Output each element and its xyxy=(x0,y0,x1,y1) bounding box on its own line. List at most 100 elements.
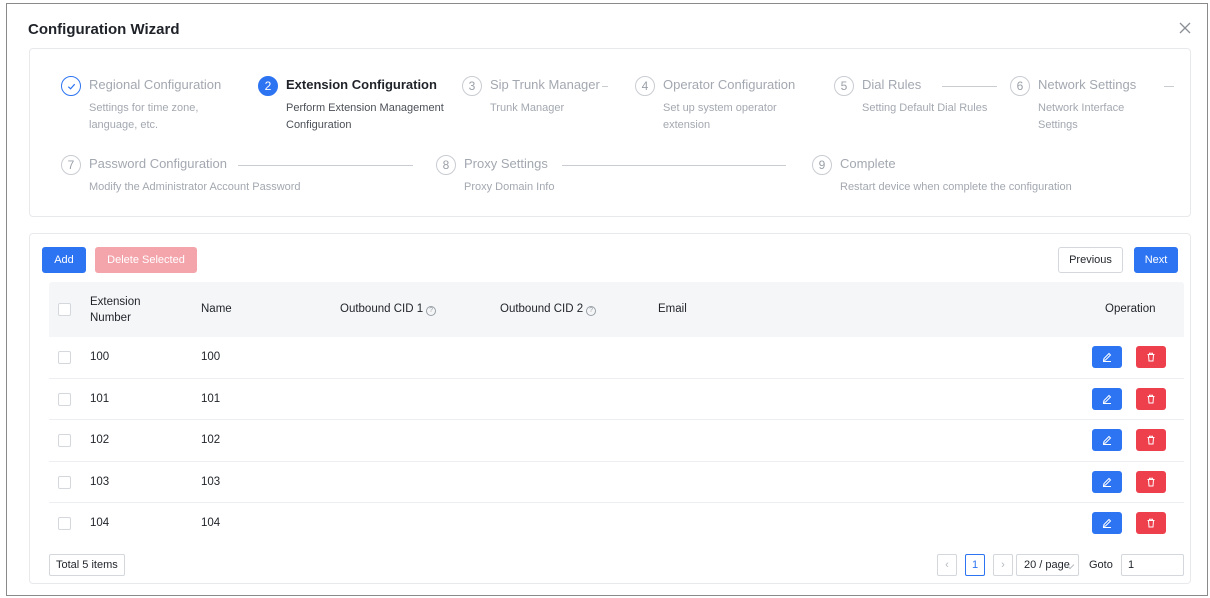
delete-button[interactable] xyxy=(1136,346,1166,368)
pencil-icon xyxy=(1102,352,1112,362)
step-title: Regional Configuration xyxy=(89,77,222,92)
cell-extension: 102 xyxy=(90,434,110,447)
step-desc: Proxy Domain Info xyxy=(464,181,555,193)
previous-button[interactable]: Previous xyxy=(1058,247,1123,273)
trash-icon xyxy=(1147,477,1155,487)
step-number: 9 xyxy=(812,155,832,175)
pencil-icon xyxy=(1102,477,1112,487)
header-outbound-cid-1: Outbound CID 1? xyxy=(340,303,437,316)
cell-extension: 103 xyxy=(90,475,110,488)
page-size-value: 20 / page xyxy=(1024,559,1070,571)
pencil-icon xyxy=(1102,435,1112,446)
table-header: Extension Number Name Outbound CID 1? Ou… xyxy=(49,282,1184,337)
step-title: Proxy Settings xyxy=(464,156,548,171)
edit-button[interactable] xyxy=(1092,470,1122,493)
cell-extension: 101 xyxy=(90,392,110,405)
step-desc: Modify the Administrator Account Passwor… xyxy=(89,181,301,193)
header-email: Email xyxy=(658,303,687,315)
prev-page-button[interactable]: ‹ xyxy=(937,554,957,576)
row-checkbox[interactable] xyxy=(58,351,71,364)
step-desc: Restart device when complete the configu… xyxy=(840,181,1072,193)
add-button[interactable]: Add xyxy=(42,247,86,273)
header-extension-number: Extension Number xyxy=(90,294,141,326)
trash-icon xyxy=(1147,519,1155,528)
extensions-table: Extension Number Name Outbound CID 1? Ou… xyxy=(49,282,1184,545)
table-row: 100 100 xyxy=(49,337,1184,379)
edit-button[interactable] xyxy=(1092,346,1122,368)
delete-button[interactable] xyxy=(1136,429,1166,452)
step-desc: Setting Default Dial Rules xyxy=(862,102,988,114)
edit-button[interactable] xyxy=(1092,429,1122,452)
step-title: Password Configuration xyxy=(89,156,228,171)
step-connector xyxy=(1164,86,1174,87)
step-connector xyxy=(562,165,786,166)
table-row: 102 102 xyxy=(49,420,1184,462)
step-desc: Network Interface Settings xyxy=(1038,102,1125,131)
close-icon[interactable] xyxy=(1177,20,1193,36)
delete-button[interactable] xyxy=(1136,387,1166,410)
step-title: Extension Configuration xyxy=(286,77,437,92)
step-connector xyxy=(238,165,413,166)
table-row: 101 101 xyxy=(49,379,1184,421)
header-cid1-label: Outbound CID 1 xyxy=(340,303,424,315)
help-circle-icon[interactable]: ? xyxy=(586,306,597,316)
total-items: Total 5 items xyxy=(49,554,125,576)
pencil-icon xyxy=(1102,394,1112,404)
check-icon xyxy=(61,76,81,96)
step-connector xyxy=(942,86,997,87)
step-number: 2 xyxy=(258,76,278,96)
trash-icon xyxy=(1147,352,1155,362)
pencil-icon xyxy=(1102,519,1112,529)
goto-input[interactable] xyxy=(1121,554,1184,576)
extension-table-panel: Add Delete Selected Previous Next Extens… xyxy=(29,233,1191,584)
header-cid2-label: Outbound CID 2 xyxy=(500,303,584,315)
cell-name: 101 xyxy=(201,392,221,405)
next-page-button[interactable]: › xyxy=(993,554,1013,576)
cell-name: 100 xyxy=(201,351,221,363)
delete-button[interactable] xyxy=(1136,470,1166,493)
row-checkbox[interactable] xyxy=(58,434,71,448)
page-size-select[interactable]: 20 / page xyxy=(1016,554,1079,576)
header-name: Name xyxy=(201,303,232,315)
step-number: 6 xyxy=(1010,76,1030,96)
help-circle-icon[interactable]: ? xyxy=(426,306,437,316)
cell-name: 102 xyxy=(201,434,221,447)
edit-button[interactable] xyxy=(1092,387,1122,410)
header-extension-line2: Number xyxy=(90,312,131,324)
header-outbound-cid-2: Outbound CID 2? xyxy=(500,303,597,316)
modal-title: Configuration Wizard xyxy=(28,21,180,38)
cell-name: 103 xyxy=(201,475,221,488)
steps-panel: Regional Configuration Settings for time… xyxy=(29,48,1191,217)
cell-name: 104 xyxy=(201,517,221,530)
step-desc: Perform Extension Management Configurati… xyxy=(286,102,444,131)
select-all-checkbox[interactable] xyxy=(58,303,71,316)
edit-button[interactable] xyxy=(1092,512,1122,535)
next-button[interactable]: Next xyxy=(1134,247,1178,273)
row-checkbox[interactable] xyxy=(58,517,71,531)
delete-selected-button[interactable]: Delete Selected xyxy=(95,247,197,273)
step-desc: Settings for time zone, language, etc. xyxy=(89,102,199,131)
trash-icon xyxy=(1147,435,1155,445)
step-title: Operator Configuration xyxy=(663,77,796,92)
step-title: Complete xyxy=(840,156,896,171)
row-checkbox[interactable] xyxy=(58,392,71,406)
step-connector xyxy=(602,86,608,87)
configuration-wizard-modal: Configuration Wizard Regional Configurat… xyxy=(6,3,1208,596)
step-title: Dial Rules xyxy=(862,77,922,92)
delete-button[interactable] xyxy=(1136,512,1166,535)
page-1-button[interactable]: 1 xyxy=(965,554,985,576)
header-operation: Operation xyxy=(1105,303,1156,315)
step-number: 7 xyxy=(61,155,81,175)
trash-icon xyxy=(1147,394,1155,404)
step-number: 4 xyxy=(635,76,655,96)
goto-label: Goto xyxy=(1089,559,1113,571)
row-checkbox[interactable] xyxy=(58,475,71,489)
cell-extension: 104 xyxy=(90,517,110,530)
cell-extension: 100 xyxy=(90,351,110,363)
step-desc: Trunk Manager xyxy=(490,102,565,114)
step-number: 5 xyxy=(834,76,854,96)
step-title: Sip Trunk Manager xyxy=(490,77,600,92)
step-number: 8 xyxy=(436,155,456,175)
header-extension-line1: Extension xyxy=(90,296,141,308)
table-row: 104 104 xyxy=(49,503,1184,545)
